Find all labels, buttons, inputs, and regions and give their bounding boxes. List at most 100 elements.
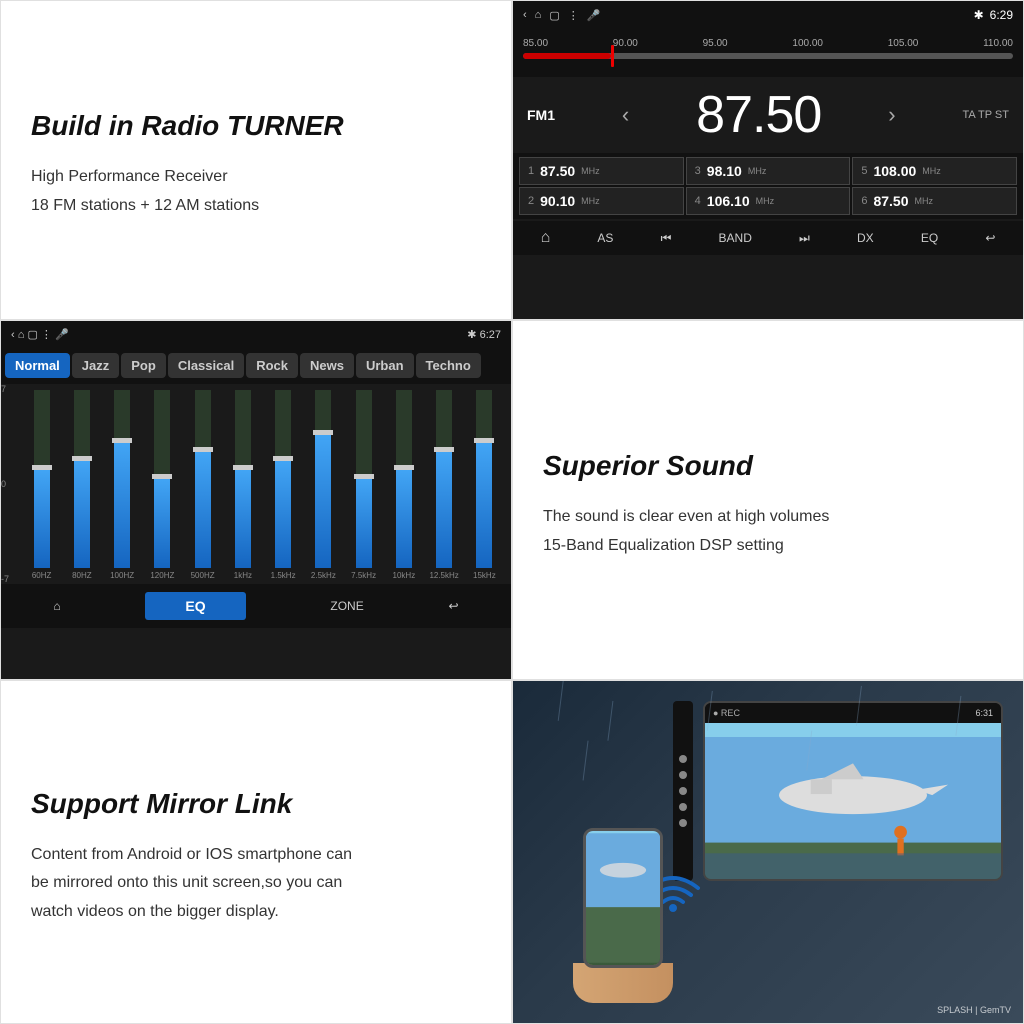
eq-eq-btn[interactable]: EQ bbox=[145, 592, 245, 620]
eq-mode-normal[interactable]: Normal bbox=[5, 353, 70, 378]
radio-main-display: FM1 ‹ 87.50 › TA TP ST bbox=[513, 77, 1023, 153]
eq-bar-col-7: 2.5kHz bbox=[305, 390, 342, 580]
eq-status-bar: ‹ ⌂ ▢ ⋮ 🎤 ✱ 6:27 bbox=[1, 321, 511, 347]
sidebar-dot-3 bbox=[679, 787, 687, 795]
eq-bar-handle-2 bbox=[112, 438, 132, 443]
eq-bar-fill-1 bbox=[74, 461, 90, 568]
tuner-label-2: 90.00 bbox=[613, 38, 638, 49]
eq-bar-fill-0 bbox=[34, 470, 50, 568]
eq-mode-urban[interactable]: Urban bbox=[356, 353, 414, 378]
eq-mode-news[interactable]: News bbox=[300, 353, 354, 378]
radio-title: Build in Radio TURNER bbox=[31, 109, 481, 143]
preset-5[interactable]: 5 108.00 MHz bbox=[852, 157, 1017, 185]
preset-num-3: 3 bbox=[695, 165, 701, 177]
eq-status-right: ✱ 6:27 bbox=[467, 328, 501, 341]
eq-time: 6:27 bbox=[480, 329, 501, 341]
eq-bar-track-2 bbox=[114, 390, 130, 568]
prev-arrow[interactable]: ‹ bbox=[622, 102, 629, 128]
frequency-display: 87.50 bbox=[696, 85, 821, 145]
eq-mode-pop[interactable]: Pop bbox=[121, 353, 166, 378]
eq-freq-label-1: 80HZ bbox=[72, 571, 92, 580]
preset-1[interactable]: 1 87.50 MHz bbox=[519, 157, 684, 185]
radio-time: 6:29 bbox=[990, 8, 1013, 22]
as-button[interactable]: AS bbox=[597, 231, 613, 245]
next-track-button[interactable]: ⏭ bbox=[799, 231, 810, 246]
preset-freq-5: 108.00 bbox=[873, 163, 916, 179]
eq-screen: ‹ ⌂ ▢ ⋮ 🎤 ✱ 6:27 Normal Jazz Pop Classic… bbox=[0, 320, 512, 680]
preset-num-5: 5 bbox=[861, 165, 867, 177]
dx-button[interactable]: DX bbox=[857, 231, 874, 245]
eq-mode-rock[interactable]: Rock bbox=[246, 353, 298, 378]
eq-back-btn[interactable]: ↩ bbox=[449, 599, 459, 613]
eq-bar-handle-4 bbox=[193, 447, 213, 452]
preset-2[interactable]: 2 90.10 MHz bbox=[519, 187, 684, 215]
eq-freq-label-11: 15kHz bbox=[473, 571, 496, 580]
eq-menu-icon: ⋮ bbox=[41, 329, 52, 341]
band-label: FM1 bbox=[527, 107, 555, 123]
eq-bar-fill-3 bbox=[154, 479, 170, 568]
eq-zone-btn[interactable]: ZONE bbox=[330, 599, 363, 613]
radio-desc-line1: High Performance Receiver bbox=[31, 163, 481, 192]
eq-bar-col-9: 10kHz bbox=[385, 390, 422, 580]
eq-freq-label-6: 1.5kHz bbox=[271, 571, 296, 580]
preset-num-6: 6 bbox=[861, 195, 867, 207]
tuner-labels: 85.00 90.00 95.00 100.00 105.00 110.00 bbox=[523, 38, 1013, 49]
back-button[interactable]: ↩ bbox=[985, 231, 995, 245]
eq-mode-techno[interactable]: Techno bbox=[416, 353, 481, 378]
eq-status-left: ‹ ⌂ ▢ ⋮ 🎤 bbox=[11, 328, 69, 341]
preset-6[interactable]: 6 87.50 MHz bbox=[852, 187, 1017, 215]
band-button[interactable]: BAND bbox=[719, 231, 752, 245]
eq-bar-fill-9 bbox=[396, 470, 412, 568]
eq-bar-track-5 bbox=[235, 390, 251, 568]
car-screen bbox=[705, 723, 1001, 881]
eq-bar-col-2: 100HZ bbox=[104, 390, 141, 580]
eq-bar-col-3: 120HZ bbox=[144, 390, 181, 580]
eq-bar-col-10: 12.5kHz bbox=[426, 390, 463, 580]
preset-3[interactable]: 3 98.10 MHz bbox=[686, 157, 851, 185]
eq-bar-handle-0 bbox=[32, 465, 52, 470]
eq-bar-track-1 bbox=[74, 390, 90, 568]
preset-num-4: 4 bbox=[695, 195, 701, 207]
eq-bar-handle-10 bbox=[434, 447, 454, 452]
preset-4[interactable]: 4 106.10 MHz bbox=[686, 187, 851, 215]
radio-desc: High Performance Receiver 18 FM stations… bbox=[31, 163, 481, 221]
eq-home-btn[interactable]: ⌂ bbox=[53, 599, 60, 613]
radio-text-section: Build in Radio TURNER High Performance R… bbox=[0, 0, 512, 320]
back-icon: ‹ bbox=[523, 9, 527, 21]
eq-bar-track-6 bbox=[275, 390, 291, 568]
radio-desc-line2: 18 FM stations + 12 AM stations bbox=[31, 192, 481, 221]
eq-bar-fill-5 bbox=[235, 470, 251, 568]
eq-mode-classical[interactable]: Classical bbox=[168, 353, 244, 378]
mic-icon: 🎤 bbox=[587, 9, 601, 22]
eq-bar-track-7 bbox=[315, 390, 331, 568]
eq-button[interactable]: EQ bbox=[921, 231, 938, 245]
sidebar-dot-1 bbox=[679, 755, 687, 763]
eq-mode-jazz[interactable]: Jazz bbox=[72, 353, 119, 378]
plane-scene bbox=[705, 723, 1001, 881]
presets-grid: 1 87.50 MHz 3 98.10 MHz 5 108.00 MHz 2 9… bbox=[513, 153, 1023, 219]
prev-track-button[interactable]: ⏮ bbox=[661, 231, 672, 246]
sound-text-section: Superior Sound The sound is clear even a… bbox=[512, 320, 1024, 680]
next-arrow[interactable]: › bbox=[888, 102, 895, 128]
eq-freq-label-10: 12.5kHz bbox=[429, 571, 458, 580]
eq-bluetooth-icon: ✱ bbox=[467, 329, 476, 341]
mirror-time: 6:31 bbox=[975, 708, 993, 718]
phone-hand bbox=[573, 828, 673, 1003]
sidebar-dot-5 bbox=[679, 819, 687, 827]
preset-freq-2: 90.10 bbox=[540, 193, 575, 209]
phone-screen-svg bbox=[586, 831, 660, 965]
eq-bar-track-8 bbox=[356, 390, 372, 568]
eq-freq-label-2: 100HZ bbox=[110, 571, 134, 580]
eq-square-icon: ▢ bbox=[27, 329, 37, 341]
home-button[interactable]: ⌂ bbox=[541, 229, 551, 247]
radio-status-left: ‹ ⌂ ▢ ⋮ 🎤 bbox=[523, 9, 600, 22]
sound-desc: The sound is clear even at high volumes … bbox=[543, 503, 993, 561]
eq-freq-label-8: 7.5kHz bbox=[351, 571, 376, 580]
eq-back-icon: ‹ bbox=[11, 329, 15, 341]
eq-home-icon: ⌂ bbox=[18, 329, 25, 341]
eq-bar-fill-2 bbox=[114, 443, 130, 568]
radio-controls: ⌂ AS ⏮ BAND ⏭ DX EQ ↩ bbox=[513, 221, 1023, 255]
eq-bar-track-4 bbox=[195, 390, 211, 568]
preset-freq-3: 98.10 bbox=[707, 163, 742, 179]
phone-screen bbox=[586, 831, 660, 965]
